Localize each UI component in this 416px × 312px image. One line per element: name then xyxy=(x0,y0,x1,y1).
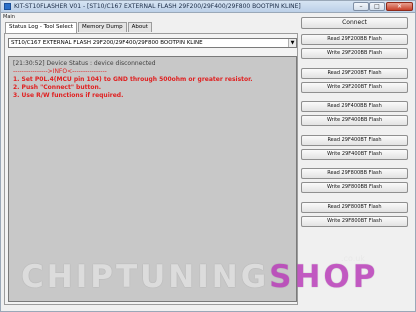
app-window: KIT-ST10FLASHER V01 - [ST10/C167 EXTERNA… xyxy=(0,0,416,312)
tab-memory-dump[interactable]: Memory Dump xyxy=(77,22,127,32)
tool-select-value: ST10/C167 EXTERNAL FLASH 29F200/29F400/2… xyxy=(11,40,203,46)
read-29f400bt-button[interactable]: Read 29F400BT Flash xyxy=(301,135,408,146)
read-29f800bb-button[interactable]: Read 29F800BB Flash xyxy=(301,168,408,179)
write-29f800bt-button[interactable]: Write 29F800BT Flash xyxy=(301,216,408,227)
tab-strip: Status Log - Tool Select Memory Dump Abo… xyxy=(5,22,153,33)
log-step-1: 1. Set P0L.4(MCU pin 104) to GND through… xyxy=(13,76,253,83)
tab-about[interactable]: About xyxy=(127,22,152,32)
status-log[interactable]: [21:30:52] Device Status : device discon… xyxy=(8,56,297,302)
log-status-line: [21:30:52] Device Status : device discon… xyxy=(13,60,156,67)
read-29f800bt-button[interactable]: Read 29F800BT Flash xyxy=(301,202,408,213)
read-29f200bb-button[interactable]: Read 29F200BB Flash xyxy=(301,34,408,45)
write-29f800bb-button[interactable]: Write 29F800BB Flash xyxy=(301,182,408,193)
write-29f400bt-button[interactable]: Write 29F400BT Flash xyxy=(301,149,408,160)
menu-main[interactable]: Main xyxy=(3,14,15,20)
log-info-header: ---------------->INFO<---------------- xyxy=(13,68,107,75)
write-29f200bb-button[interactable]: Write 29F200BB Flash xyxy=(301,48,408,59)
log-step-2: 2. Push "Connect" button. xyxy=(13,84,102,91)
minimize-button[interactable]: – xyxy=(353,2,369,11)
watermark-domain: .co.uk xyxy=(341,254,365,263)
status-log-panel: ST10/C167 EXTERNAL FLASH 29F200/29F400/2… xyxy=(4,33,298,305)
write-29f400bb-button[interactable]: Write 29F400BB Flash xyxy=(301,115,408,126)
write-29f200bt-button[interactable]: Write 29F200BT Flash xyxy=(301,82,408,93)
tool-select-dropdown[interactable]: ST10/C167 EXTERNAL FLASH 29F200/29F400/2… xyxy=(8,38,297,48)
close-button[interactable]: ✕ xyxy=(386,2,413,11)
read-29f200bt-button[interactable]: Read 29F200BT Flash xyxy=(301,68,408,79)
connect-button[interactable]: Connect xyxy=(301,17,408,29)
window-title: KIT-ST10FLASHER V01 - [ST10/C167 EXTERNA… xyxy=(14,3,301,10)
chevron-down-icon[interactable]: ▼ xyxy=(288,39,296,47)
read-29f400bb-button[interactable]: Read 29F400BB Flash xyxy=(301,101,408,112)
tab-status-log[interactable]: Status Log - Tool Select xyxy=(5,22,77,33)
maximize-button[interactable]: □ xyxy=(369,2,385,11)
menu-bar: Main xyxy=(3,13,15,21)
log-step-3: 3. Use R/W functions if required. xyxy=(13,92,124,99)
app-icon xyxy=(4,3,11,10)
title-bar: KIT-ST10FLASHER V01 - [ST10/C167 EXTERNA… xyxy=(1,1,415,13)
